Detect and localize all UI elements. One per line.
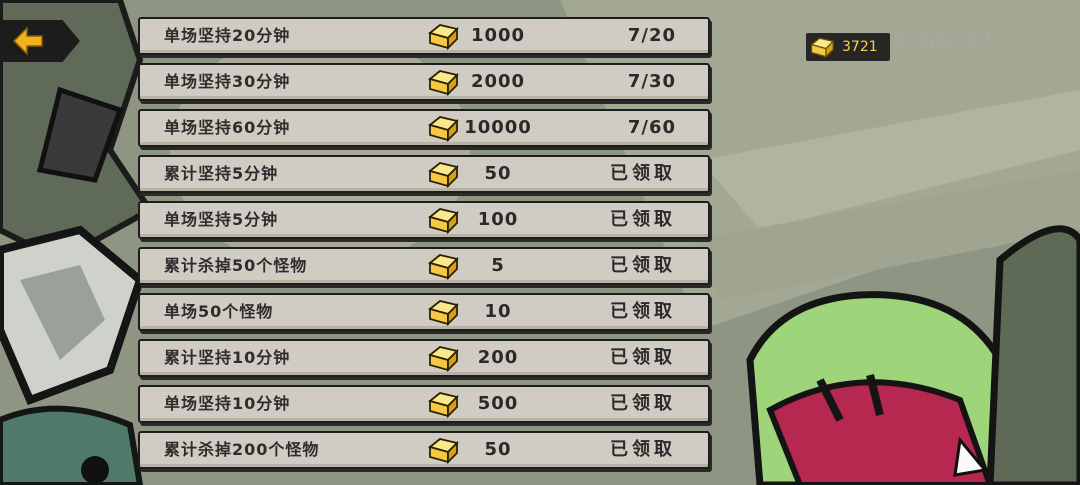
gold-amount: 3721 <box>842 39 878 55</box>
gold-counter: 3721 <box>806 33 890 61</box>
task-title: 单场坚持5分钟 <box>164 210 279 229</box>
task-progress: 7/20 <box>627 25 676 46</box>
task-reward: 10000 <box>464 117 532 138</box>
task-reward: 2000 <box>470 71 526 92</box>
gold-bar-icon <box>428 254 459 281</box>
task-row[interactable]: 单场坚持10分钟 500 已领取 <box>138 385 710 423</box>
task-row[interactable]: 单场坚持30分钟 2000 7/30 <box>138 63 710 101</box>
claimed-label: 已领取 <box>610 255 676 276</box>
back-arrow-icon <box>12 26 43 56</box>
task-title: 单场50个怪物 <box>164 302 274 321</box>
task-reward: 100 <box>477 209 519 230</box>
task-row[interactable]: 单场坚持20分钟 1000 7/20 <box>138 17 710 55</box>
task-title: 累计坚持5分钟 <box>164 164 279 183</box>
task-reward: 200 <box>477 347 519 368</box>
task-reward: 5 <box>491 255 505 276</box>
gold-bar-icon <box>428 24 459 51</box>
task-row[interactable]: 单场50个怪物 10 已领取 <box>138 293 710 331</box>
task-title: 单场坚持10分钟 <box>164 394 291 413</box>
gold-bar-icon <box>428 392 459 419</box>
task-title: 累计杀掉50个怪物 <box>164 256 308 275</box>
gold-bar-icon <box>428 300 459 327</box>
task-row[interactable]: 累计杀掉50个怪物 5 已领取 <box>138 247 710 285</box>
task-reward: 500 <box>477 393 519 414</box>
gold-bar-icon <box>428 438 459 465</box>
task-progress: 7/60 <box>627 117 676 138</box>
task-row[interactable]: 累计杀掉200个怪物 50 已领取 <box>138 431 710 469</box>
claimed-label: 已领取 <box>610 163 676 184</box>
task-reward: 1000 <box>470 25 526 46</box>
task-title: 累计坚持10分钟 <box>164 348 291 367</box>
task-row[interactable]: 单场坚持5分钟 100 已领取 <box>138 201 710 239</box>
gold-bar-icon <box>428 162 459 189</box>
gold-bar-icon <box>428 116 459 143</box>
claimed-label: 已领取 <box>610 301 676 322</box>
task-title: 单场坚持20分钟 <box>164 26 291 45</box>
task-row[interactable]: 单场坚持60分钟 10000 7/60 <box>138 109 710 147</box>
task-reward: 50 <box>484 439 512 460</box>
claimed-label: 已领取 <box>610 209 676 230</box>
gold-bar-icon <box>428 346 459 373</box>
claimed-label: 已领取 <box>610 393 676 414</box>
task-row[interactable]: 累计坚持5分钟 50 已领取 <box>138 155 710 193</box>
gold-bar-icon <box>810 37 835 59</box>
task-reward: 50 <box>484 163 512 184</box>
task-progress: 7/30 <box>627 71 676 92</box>
task-reward: 10 <box>484 301 512 322</box>
claimed-label: 已领取 <box>610 439 676 460</box>
claimed-label: 已领取 <box>610 347 676 368</box>
task-title: 单场坚持60分钟 <box>164 118 291 137</box>
gold-bar-icon <box>428 70 459 97</box>
task-title: 单场坚持30分钟 <box>164 72 291 91</box>
task-row[interactable]: 累计坚持10分钟 200 已领取 <box>138 339 710 377</box>
task-title: 累计杀掉200个怪物 <box>164 440 320 459</box>
gold-bar-icon <box>428 208 459 235</box>
